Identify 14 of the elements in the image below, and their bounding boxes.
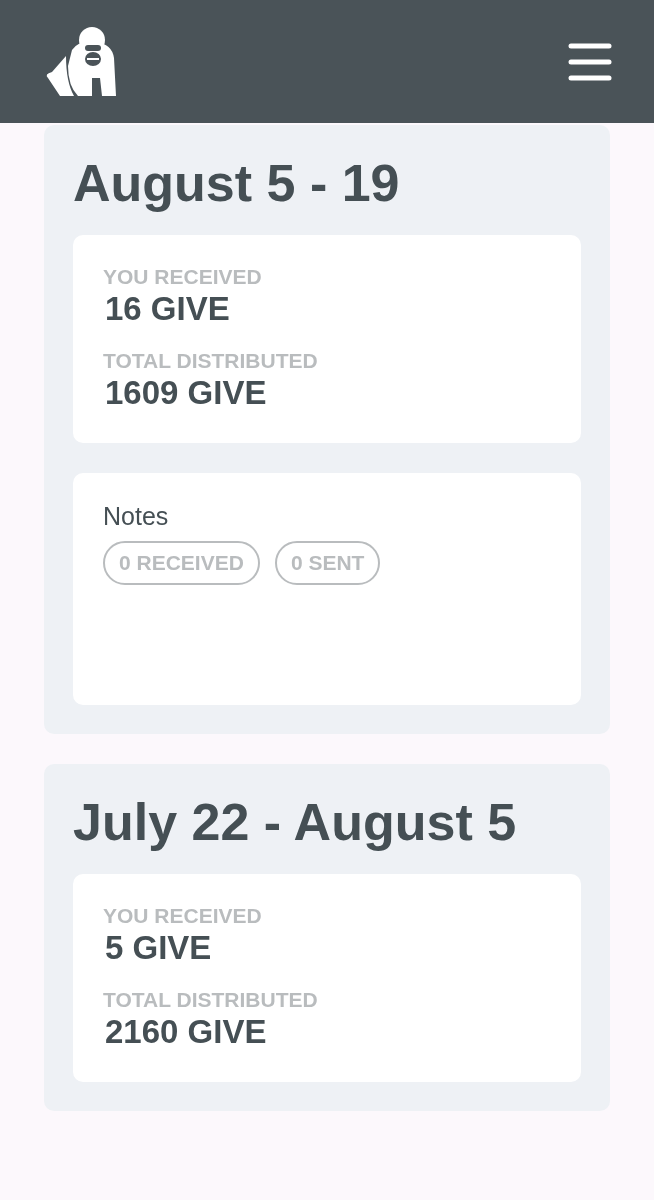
period-title: August 5 - 19 [73,153,401,213]
stat-value: 16 GIVE [104,289,231,329]
notes-count-tag[interactable]: 0 SENT [274,541,381,585]
stat-value: 1609 GIVE [104,373,268,413]
notes-count-tag[interactable]: 0 RECEIVED [103,541,260,585]
stat-value: 2160 GIVE [104,1012,268,1052]
period-title: July 22 - August 5 [73,792,518,852]
stat-label: TOTAL DISTRIBUTED [103,349,319,373]
stat-value: 5 GIVE [104,928,213,968]
notes-title: Notes [103,501,170,531]
stat-label: TOTAL DISTRIBUTED [103,988,319,1012]
stat-label: YOU RECEIVED [103,904,263,928]
menu-icon[interactable] [568,41,612,82]
stat-label: YOU RECEIVED [103,265,263,289]
